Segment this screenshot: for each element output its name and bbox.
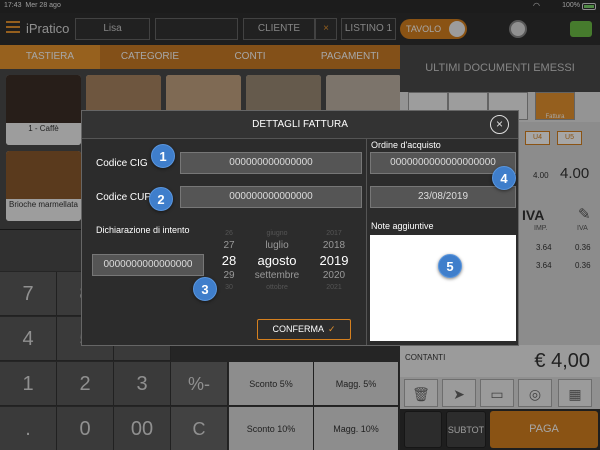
day-option[interactable]: 26 [214, 228, 244, 240]
year-option[interactable]: 2017 [312, 228, 356, 240]
day-option[interactable]: 29 [214, 270, 244, 282]
year-column[interactable]: 2017 2018 2019 2020 2021 [312, 228, 356, 294]
check-icon: ✓ [327, 324, 336, 334]
callout-badge-4: 4 [492, 166, 516, 190]
order-label: Ordine d'acquisto [371, 140, 441, 150]
intent-label: Dichiarazione di intento [96, 225, 190, 235]
callout-badge-5: 5 [438, 254, 462, 278]
intent-input[interactable]: 0000000000000000 [92, 254, 204, 276]
invoice-details-dialog: DETTAGLI FATTURA × Codice CIG 0000000000… [81, 110, 519, 346]
year-option[interactable]: 2018 [312, 240, 356, 252]
cup-label: Codice CUP [96, 192, 152, 203]
cup-input[interactable]: 000000000000000 [180, 186, 362, 208]
year-option[interactable]: 2021 [312, 282, 356, 294]
notes-label: Note aggiuntive [371, 221, 434, 231]
day-option[interactable]: 30 [214, 282, 244, 294]
day-column[interactable]: 26 27 28 29 30 [214, 228, 244, 294]
year-option[interactable]: 2020 [312, 270, 356, 282]
callout-badge-1: 1 [151, 144, 175, 168]
cig-input[interactable]: 000000000000000 [180, 152, 362, 174]
day-selected[interactable]: 28 [214, 252, 244, 270]
month-option[interactable]: giugno [247, 228, 307, 240]
cig-label: Codice CIG [96, 158, 148, 169]
notes-textarea[interactable] [370, 235, 516, 341]
dialog-divider [366, 139, 367, 345]
month-option[interactable]: ottobre [247, 282, 307, 294]
month-selected[interactable]: agosto [247, 252, 307, 270]
day-option[interactable]: 27 [214, 240, 244, 252]
callout-badge-3: 3 [193, 277, 217, 301]
dialog-header: DETTAGLI FATTURA × [82, 111, 518, 139]
month-column[interactable]: giugno luglio agosto settembre ottobre [247, 228, 307, 294]
callout-badge-2: 2 [149, 187, 173, 211]
confirm-button[interactable]: CONFERMA ✓ [257, 319, 351, 340]
year-selected[interactable]: 2019 [312, 252, 356, 270]
order-date-input[interactable]: 23/08/2019 [370, 186, 516, 208]
month-option[interactable]: luglio [247, 240, 307, 252]
close-icon[interactable]: × [490, 115, 509, 134]
dialog-title: DETTAGLI FATTURA [252, 119, 348, 130]
confirm-label: CONFERMA [272, 324, 324, 334]
month-option[interactable]: settembre [247, 270, 307, 282]
